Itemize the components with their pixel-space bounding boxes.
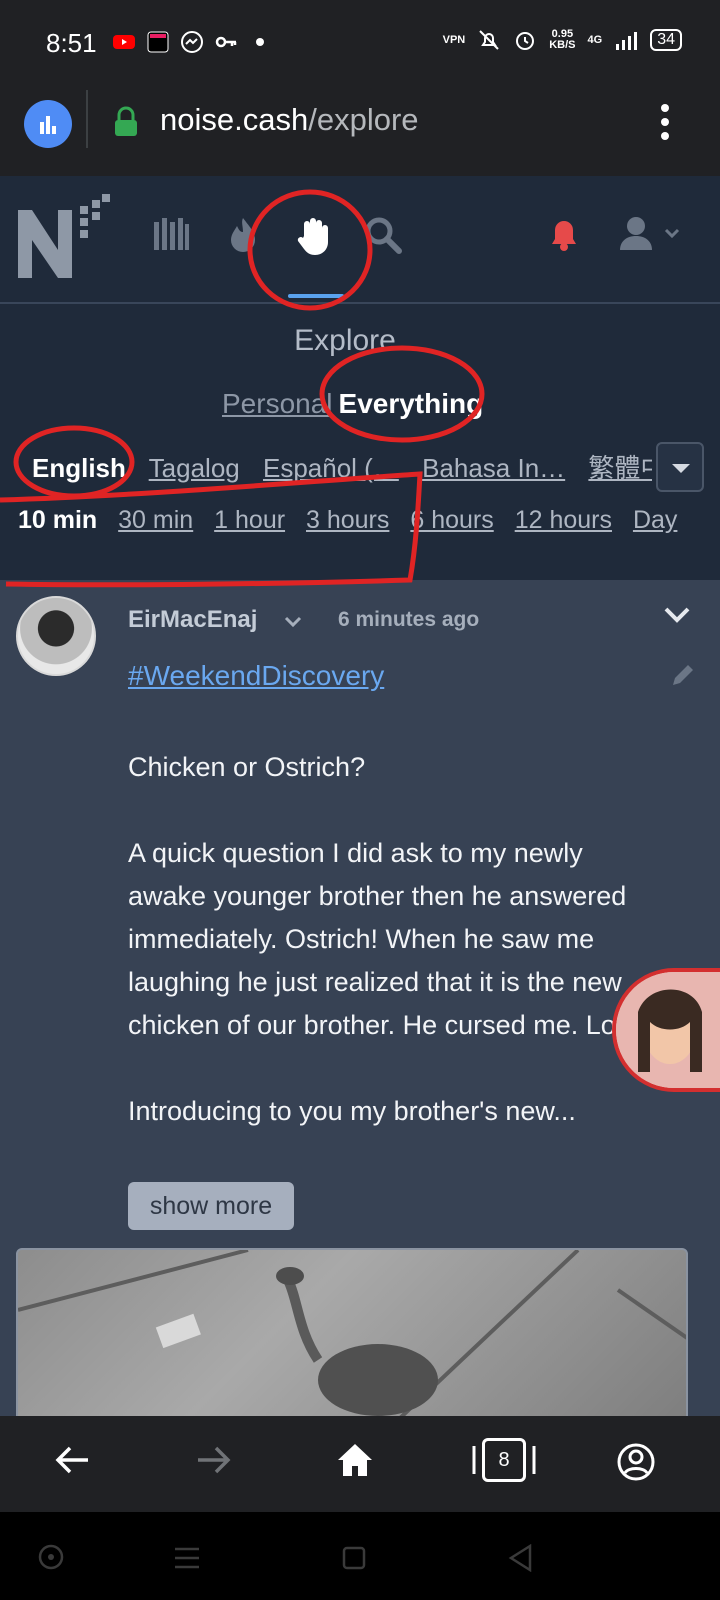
net-speed: 0.95 KB/S	[549, 28, 576, 51]
time-6-hours[interactable]: 6 hours	[410, 506, 493, 534]
post-paragraph: A quick question I did ask to my newly a…	[128, 838, 630, 1040]
time-12-hours[interactable]: 12 hours	[515, 506, 612, 534]
ostrich-photo	[18, 1250, 686, 1416]
network-type: 4G	[587, 33, 603, 46]
site-info-button[interactable]	[24, 100, 72, 148]
trending-icon[interactable]	[228, 216, 258, 254]
show-more-button[interactable]: show more	[128, 1182, 294, 1230]
alarm-icon	[516, 32, 535, 50]
time-3-hours[interactable]: 3 hours	[306, 506, 389, 534]
active-tab-indicator	[288, 294, 344, 298]
library-icon[interactable]	[152, 216, 190, 252]
tab-switcher-button[interactable]: 8	[482, 1438, 526, 1482]
forward-arrow-icon[interactable]	[196, 1442, 232, 1478]
chevron-down-icon[interactable]	[284, 616, 302, 628]
search-icon[interactable]	[364, 216, 402, 254]
avatar[interactable]	[16, 596, 96, 676]
post-timestamp[interactable]: 6 minutes ago	[338, 608, 479, 632]
post-author[interactable]: EirMacEnaj	[128, 606, 257, 634]
recents-menu-icon[interactable]	[174, 1546, 200, 1570]
post-body: Chicken or Ostrich? A quick question I d…	[128, 746, 658, 1176]
vpn-label: VPN	[442, 33, 466, 46]
divider	[86, 90, 88, 148]
system-navigation-bar	[0, 1512, 720, 1600]
lang-espanol[interactable]: Español (…	[263, 453, 399, 483]
app-header	[0, 176, 720, 304]
explore-filters: Explore Personal Everything English Tagal…	[0, 304, 720, 580]
home-icon[interactable]	[336, 1442, 374, 1478]
battery-indicator: 34	[650, 29, 682, 51]
youtube-icon	[113, 35, 135, 49]
status-bar: 8:51 VPN 0.95 KB/S 4G 34	[0, 0, 720, 86]
noise-cash-logo[interactable]	[14, 188, 114, 284]
lock-icon	[115, 106, 137, 136]
time-1-hour[interactable]: 1 hour	[214, 506, 285, 534]
clapper-icon	[147, 31, 169, 53]
lang-tagalog[interactable]: Tagalog	[149, 453, 240, 483]
assistant-circle-icon[interactable]	[38, 1544, 64, 1570]
tab-everything[interactable]: Everything	[339, 388, 484, 419]
time-filter: 10 min 30 min 1 hour 3 hours 6 hours 12 …	[18, 506, 691, 535]
home-square-icon[interactable]	[342, 1546, 366, 1570]
bell-off-icon	[479, 30, 499, 50]
browser-menu-icon[interactable]	[660, 102, 670, 142]
time-day[interactable]: Day	[633, 506, 677, 534]
account-icon[interactable]	[616, 1442, 656, 1482]
key-icon	[215, 36, 237, 48]
url-field[interactable]: noise.cash/explore	[160, 102, 419, 138]
messenger-icon	[181, 31, 203, 53]
post-paragraph: Chicken or Ostrich?	[128, 752, 366, 782]
post-paragraph: Introducing to you my brother's new...	[128, 1096, 576, 1126]
browser-bottom-bar: 8	[0, 1416, 720, 1512]
signal-icon	[616, 32, 638, 50]
language-filter: English Tagalog Español (… Bahasa In… 繁體…	[32, 448, 652, 488]
language-dropdown-button[interactable]	[656, 442, 704, 492]
browser-url-bar: noise.cash/explore	[0, 86, 720, 176]
post-image[interactable]	[16, 1248, 688, 1416]
lang-english[interactable]: English	[32, 453, 126, 483]
back-arrow-icon[interactable]	[54, 1442, 90, 1478]
dot-icon	[256, 38, 264, 46]
post-hashtag-link[interactable]: #WeekendDiscovery	[128, 660, 384, 692]
lang-bahasa[interactable]: Bahasa In…	[422, 453, 565, 483]
analytics-icon	[40, 116, 56, 134]
time-30-min[interactable]: 30 min	[118, 506, 193, 534]
notification-bell-icon[interactable]	[548, 216, 580, 252]
post-card: EirMacEnaj 6 minutes ago #WeekendDiscove…	[0, 580, 720, 1416]
page-title: Explore	[294, 324, 396, 357]
user-menu-icon[interactable]	[618, 216, 688, 252]
time-10-min[interactable]: 10 min	[18, 506, 97, 534]
edit-pencil-icon[interactable]	[670, 662, 696, 688]
post-options-chevron-icon[interactable]	[664, 606, 690, 624]
back-triangle-icon[interactable]	[508, 1544, 534, 1572]
explore-hand-icon[interactable]	[296, 216, 332, 256]
status-time: 8:51	[46, 28, 97, 58]
tab-personal[interactable]: Personal	[222, 388, 333, 419]
scope-tabs: Personal Everything	[222, 388, 483, 420]
lang-chinese[interactable]: 繁體中	[588, 453, 652, 483]
chat-head-avatar	[616, 972, 720, 1088]
